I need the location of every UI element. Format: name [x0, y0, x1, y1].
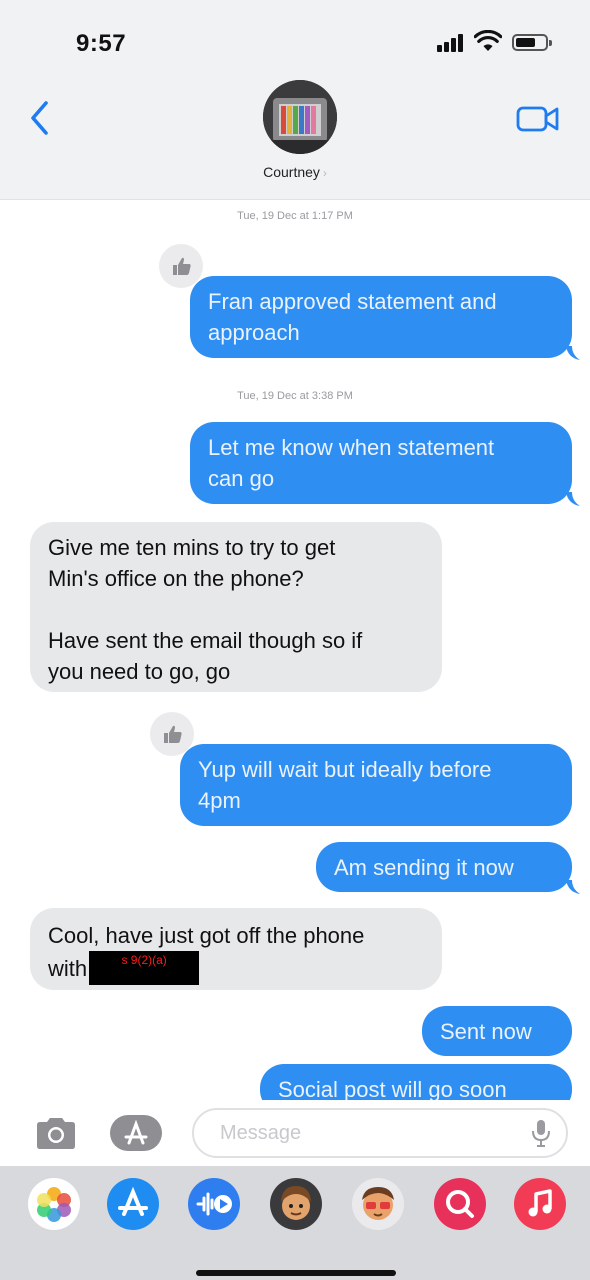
- message-input[interactable]: [192, 1108, 568, 1158]
- contact-chevron-icon: ›: [322, 166, 327, 180]
- redaction-box: s 9(2)(a): [89, 951, 200, 985]
- cellular-signal-icon: [437, 34, 465, 52]
- avatar-photo: [263, 80, 337, 154]
- apps-button[interactable]: [108, 1114, 166, 1152]
- message-thread[interactable]: Tue, 19 Dec at 1:17 PM Fran approved sta…: [0, 200, 590, 1100]
- message-text: 4pm: [198, 788, 241, 813]
- message-text: with: [48, 956, 88, 981]
- contact-name-row[interactable]: Courtney ›: [0, 164, 590, 180]
- bubble-tail: [566, 492, 580, 506]
- message-bubble-outgoing[interactable]: Let me know when statement can go: [190, 422, 572, 504]
- microphone-icon[interactable]: [531, 1118, 551, 1148]
- redaction-label: s 9(2)(a): [121, 953, 167, 967]
- battery-icon: [512, 34, 552, 51]
- video-call-button[interactable]: [515, 104, 561, 134]
- contact-avatar[interactable]: [263, 80, 337, 154]
- message-bubble-outgoing[interactable]: Fran approved statement and approach: [190, 276, 572, 358]
- wifi-icon: [474, 30, 502, 51]
- message-text: Yup will wait but ideally before: [198, 757, 492, 782]
- message-text: Sent now: [440, 1019, 532, 1044]
- memoji-stickers-app-icon[interactable]: [352, 1178, 404, 1230]
- app-store-icon: [110, 1115, 162, 1151]
- app-drawer: [0, 1166, 590, 1280]
- message-text: Min's office on the phone?: [48, 566, 304, 591]
- message-bubble-outgoing[interactable]: Sent now: [422, 1006, 572, 1056]
- thumbs-up-icon: [173, 257, 191, 275]
- message-text: can go: [208, 466, 275, 491]
- message-text: Am sending it now: [334, 855, 514, 880]
- message-text: you need to go, go: [48, 659, 231, 684]
- tapback-badge[interactable]: [159, 244, 203, 288]
- message-bubble-outgoing[interactable]: Social post will go soon: [260, 1064, 572, 1100]
- message-bubble-outgoing[interactable]: Am sending it now: [316, 842, 572, 892]
- compose-bar: [0, 1100, 590, 1166]
- message-text: approach: [208, 320, 300, 345]
- message-bubble-outgoing[interactable]: Yup will wait but ideally before 4pm: [180, 744, 572, 826]
- message-text: Let me know when statement: [208, 435, 495, 460]
- timestamp: Tue, 19 Dec at 1:17 PM: [237, 210, 353, 222]
- camera-button[interactable]: [33, 1115, 79, 1151]
- message-text: Cool, have just got off the phone: [48, 923, 365, 948]
- status-bar: 9:57: [0, 0, 590, 80]
- message-bubble-incoming[interactable]: Give me ten mins to try to get Min's off…: [30, 522, 442, 692]
- music-app-icon[interactable]: [514, 1178, 566, 1230]
- message-bubble-incoming[interactable]: Cool, have just got off the phone with s …: [30, 908, 442, 990]
- photos-app-icon[interactable]: [28, 1178, 80, 1230]
- home-indicator[interactable]: [196, 1270, 396, 1276]
- image-search-app-icon[interactable]: [434, 1178, 486, 1230]
- timestamp: Tue, 19 Dec at 3:38 PM: [237, 390, 353, 402]
- memoji-app-icon[interactable]: [270, 1178, 322, 1230]
- message-text: Social post will go soon: [278, 1077, 507, 1100]
- status-time: 9:57: [76, 30, 127, 57]
- bubble-tail: [566, 346, 580, 360]
- thumbs-up-icon: [164, 725, 182, 743]
- bubble-tail: [566, 880, 580, 894]
- message-text: Fran approved statement and: [208, 289, 497, 314]
- contact-name: Courtney: [263, 164, 320, 180]
- audio-message-app-icon[interactable]: [188, 1178, 240, 1230]
- conversation-header: Courtney ›: [0, 80, 590, 200]
- message-text: Give me ten mins to try to get: [48, 535, 336, 560]
- app-store-app-icon[interactable]: [107, 1178, 159, 1230]
- back-button[interactable]: [24, 98, 54, 138]
- message-text: Have sent the email though so if: [48, 628, 363, 653]
